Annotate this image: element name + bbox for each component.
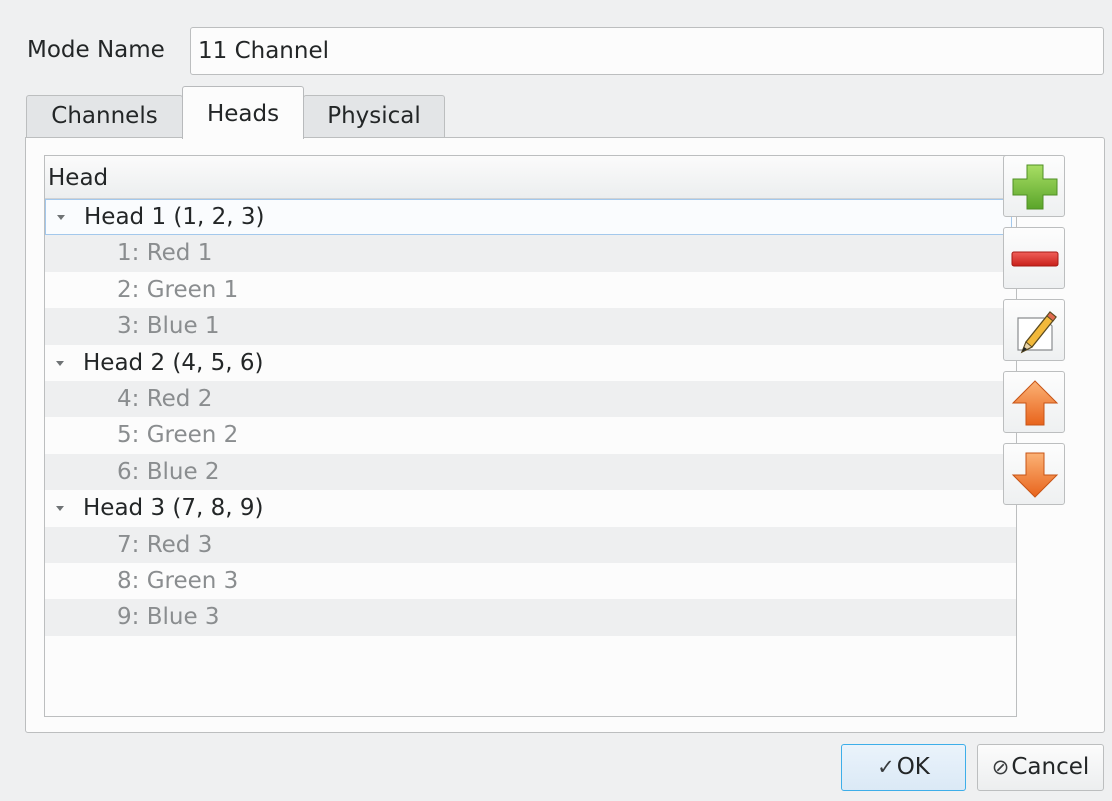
child-label: 2: Green 1 [117,276,239,303]
edit-head-button[interactable] [1003,299,1065,361]
tree-child-row[interactable]: 7: Red 3 [45,526,1016,563]
child-label: 7: Red 3 [117,531,213,558]
ok-label: OK [896,754,930,780]
pencil-icon [1017,311,1057,354]
group-label: Head 3 (7, 8, 9) [83,495,264,522]
expand-arrow-icon[interactable] [56,506,64,512]
cancel-icon: ⊘ [991,755,1010,779]
arrow-down-icon [1011,452,1059,498]
tree-child-row[interactable]: 5: Green 2 [45,417,1016,453]
tree-child-row[interactable]: 9: Blue 3 [45,599,1016,636]
tab-channels[interactable]: Channels [26,95,183,138]
move-down-button[interactable] [1003,443,1065,505]
arrow-up-icon [1011,380,1059,426]
expand-arrow-icon[interactable] [56,360,64,366]
tree-child-row[interactable]: 6: Blue 2 [45,453,1016,491]
minus-icon [1011,251,1059,267]
tree-child-row[interactable]: 1: Red 1 [45,235,1016,272]
cancel-label: Cancel [1011,754,1090,780]
tree-child-row[interactable]: 3: Blue 1 [45,308,1016,345]
tree-group-row[interactable]: Head 3 (7, 8, 9) [45,490,1016,526]
plus-icon [1012,164,1058,210]
child-label: 4: Red 2 [117,385,213,412]
child-label: 8: Green 3 [117,567,239,594]
child-label: 9: Blue 3 [117,604,220,631]
mode-name-label: Mode Name [27,37,165,63]
child-label: 1: Red 1 [117,240,213,267]
tab-heads[interactable]: Heads [182,86,304,139]
tree-column-header[interactable]: Head [45,156,1016,199]
child-label: 6: Blue 2 [117,458,220,485]
mode-name-input[interactable] [190,27,1104,75]
tree-child-row[interactable]: 4: Red 2 [45,380,1016,418]
tab-physical[interactable]: Physical [303,95,445,138]
child-label: 5: Green 2 [117,422,239,449]
tree-group-row[interactable]: Head 1 (1, 2, 3) [45,199,1012,236]
tree-group-row[interactable]: Head 2 (4, 5, 6) [45,345,1016,381]
child-label: 3: Blue 1 [117,313,220,340]
heads-tree[interactable]: Head Head 1 (1, 2, 3) 1: Red 1 2: Green … [44,155,1017,717]
heads-tab-panel: Head Head 1 (1, 2, 3) 1: Red 1 2: Green … [25,137,1105,733]
cancel-button[interactable]: ⊘Cancel [977,744,1104,791]
move-up-button[interactable] [1003,371,1065,433]
tree-child-row[interactable]: 2: Green 1 [45,272,1016,308]
group-label: Head 2 (4, 5, 6) [83,349,264,376]
remove-head-button[interactable] [1003,227,1065,289]
tree-child-row[interactable]: 8: Green 3 [45,563,1016,599]
check-icon: ✓ [877,755,895,779]
ok-button[interactable]: ✓OK [841,744,966,791]
group-label: Head 1 (1, 2, 3) [84,204,265,230]
add-head-button[interactable] [1003,155,1065,217]
expand-arrow-icon[interactable] [57,215,65,221]
